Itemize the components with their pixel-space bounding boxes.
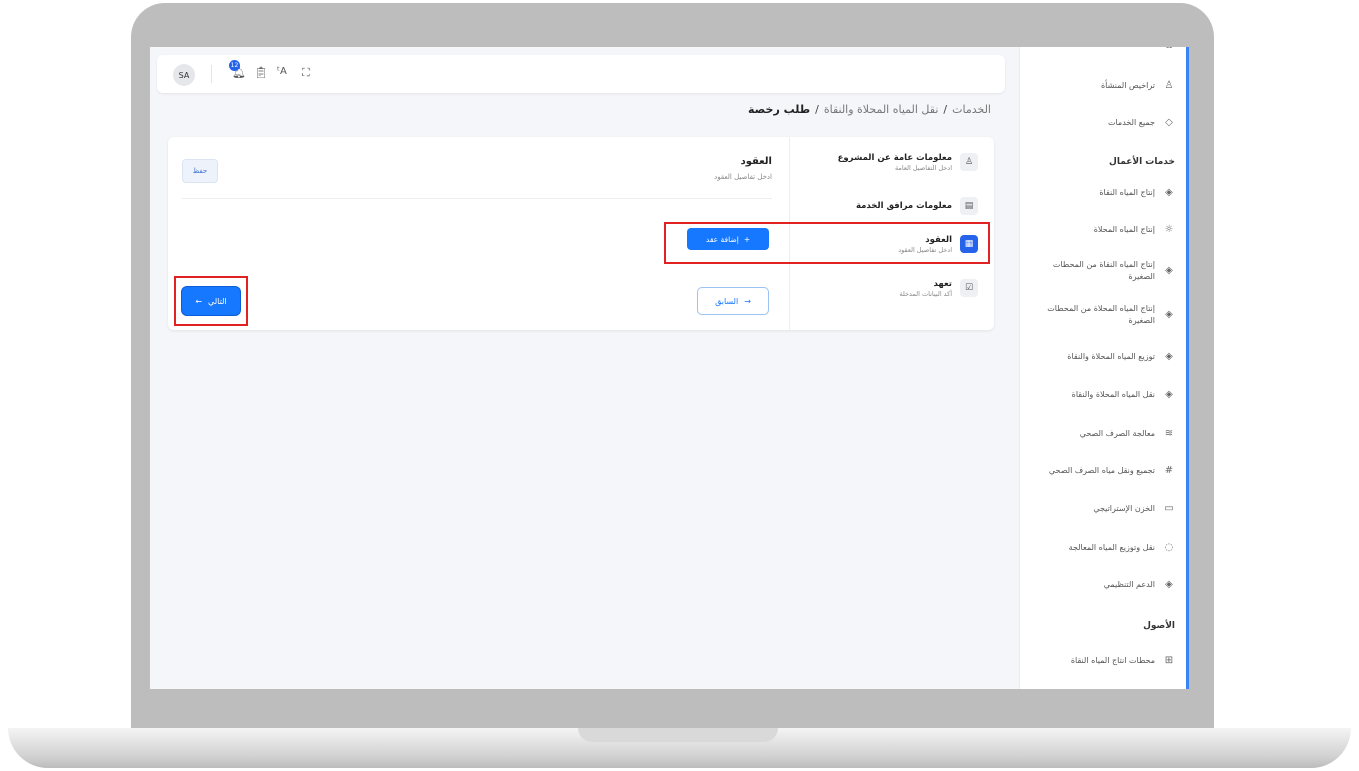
sidebar-item-service[interactable]: ▭ الخزن الإستراتيجي [1035, 503, 1175, 514]
drop-icon: ◈ [1165, 579, 1173, 590]
user-icon: ♙ [1164, 80, 1174, 91]
table-icon: ⊞ [1164, 655, 1174, 666]
checkbox-icon: ☑ [960, 279, 978, 297]
step-facilities[interactable]: ▤ معلومات مرافق الخدمة [798, 197, 978, 215]
waves-icon: ≋ [1164, 428, 1174, 439]
sidebar-item-service[interactable]: ◈ إنتاج المياه المحلاة من المحطات الصغيرة [1035, 303, 1175, 327]
sidebar-item-service[interactable]: ◈ نقل المياه المحلاة والنقاة [1035, 389, 1175, 400]
sidebar-item-asset[interactable]: ⊞ محطات انتاج المياه النقاة [1035, 655, 1175, 666]
drop-icon: ◌ [1164, 542, 1174, 553]
breadcrumb-services[interactable]: الخدمات [952, 103, 991, 116]
laptop-notch [578, 728, 778, 742]
top-bar: SA 🔔︎ 12 📋︎ ᵗA ⛶ [157, 55, 1005, 93]
fullscreen-icon[interactable]: ⛶ [302, 66, 310, 80]
breadcrumb: الخدمات/نقل المياه المحلاة والنقاة/طلب ر… [748, 103, 991, 116]
user-icon: ♙ [960, 153, 978, 171]
sidebar-item-service[interactable]: ◈ توزيع المياه المحلاة والنقاة [1035, 351, 1175, 362]
drop-icon: ◇ [1165, 117, 1173, 128]
step-title: معلومات عامة عن المشروع [837, 153, 952, 163]
drop-icon: ◈ [1165, 309, 1173, 320]
highlight-contracts-step [664, 222, 990, 264]
sidebar-item-service[interactable]: ◈ الدعم التنظيمي [1035, 579, 1175, 590]
divider [182, 198, 772, 199]
drop-icon: ◈ [1165, 265, 1173, 276]
step-subtitle: ادخل التفاصيل العامة [894, 164, 952, 172]
save-button[interactable]: حفظ [182, 159, 218, 183]
top-bar-divider [211, 65, 212, 83]
sidebar: ∞ ♙تراخيص المنشأة ◇جميع الخدمات خدمات ال… [1019, 47, 1189, 689]
sidebar-item-service[interactable]: ◈ إنتاج المياه النقاة [1035, 187, 1175, 198]
notification-badge: 12 [229, 60, 240, 71]
avatar[interactable]: SA [173, 64, 195, 86]
step-general-info[interactable]: ♙ معلومات عامة عن المشروع ادخل التفاصيل ا… [798, 153, 978, 173]
previous-label: السابق [715, 296, 739, 306]
sidebar-item-facility-licenses[interactable]: ♙ تراخيص المنشأة [1035, 80, 1175, 91]
sun-icon: ☼ [1164, 224, 1174, 235]
step-subtitle: أكد البيانات المدخلة [899, 290, 952, 298]
storage-icon: ▭ [1164, 503, 1174, 514]
step-title: تعهد [933, 279, 952, 289]
drop-icon: ◈ [1165, 351, 1173, 362]
app-screen: SA 🔔︎ 12 📋︎ ᵗA ⛶ الخدمات/نقل المياه المح… [150, 47, 1189, 689]
sidebar-item-service[interactable]: ≋ معالجة الصرف الصحي [1035, 428, 1175, 439]
sidebar-item-all-services[interactable]: ◇ جميع الخدمات [1035, 117, 1175, 128]
sidebar-accent-border [1186, 47, 1189, 689]
breadcrumb-current: طلب رخصة [748, 103, 811, 116]
highlight-next-button [174, 276, 248, 326]
sidebar-item-service[interactable]: ☼ إنتاج المياه المحلاة [1035, 224, 1175, 235]
step-pledge[interactable]: ☑ تعهد أكد البيانات المدخلة [798, 279, 978, 299]
sidebar-item-service[interactable]: ◌ نقل وتوزيع المياه المعالجة [1035, 542, 1175, 553]
drop-icon: ◈ [1165, 187, 1173, 198]
sidebar-item-service[interactable]: # تجميع ونقل مياه الصرف الصحي [1035, 465, 1175, 476]
drop-icon: ◈ [1165, 389, 1173, 400]
sidebar-section-assets: الأصول [1143, 621, 1175, 631]
step-title: معلومات مرافق الخدمة [855, 201, 952, 211]
section-title: العقود [740, 156, 772, 167]
breadcrumb-service[interactable]: نقل المياه المحلاة والنقاة [824, 103, 939, 116]
grid-icon: # [1164, 465, 1174, 476]
sidebar-item-clipped: ∞ [1035, 47, 1175, 52]
clipboard-check-icon[interactable]: 📋︎ [254, 66, 268, 79]
previous-button[interactable]: → السابق [697, 287, 769, 315]
section-subtitle: ادخل تفاصيل العقود [714, 173, 772, 181]
sidebar-item-service[interactable]: ◈ إنتاج المياه النقاة من المحطات الصغيرة [1035, 259, 1175, 283]
sidebar-section-business: خدمات الأعمال [1109, 157, 1175, 167]
translate-icon[interactable]: ᵗA [277, 66, 287, 77]
laptop-mockup: SA 🔔︎ 12 📋︎ ᵗA ⛶ الخدمات/نقل المياه المح… [0, 0, 1359, 771]
arrow-right-icon: → [744, 296, 751, 306]
id-card-icon: ▤ [960, 197, 978, 215]
